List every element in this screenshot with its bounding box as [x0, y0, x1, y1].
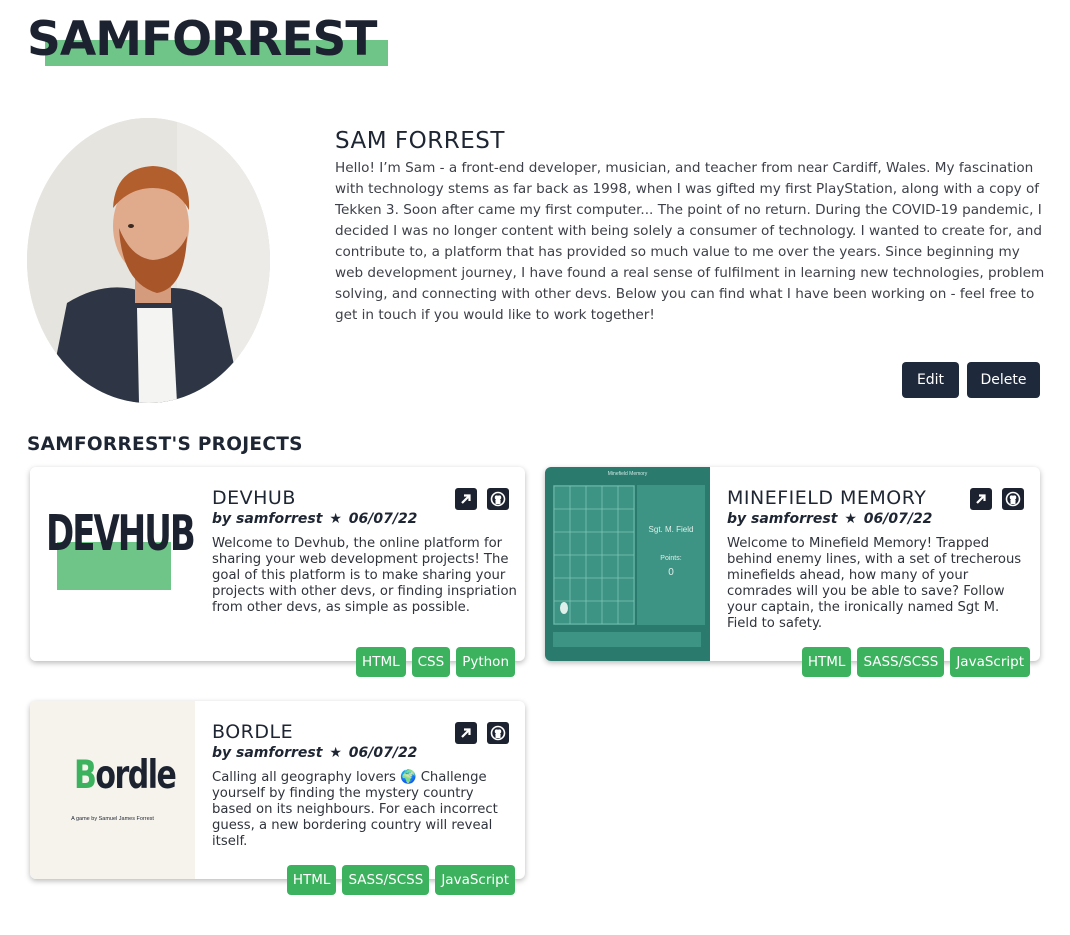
project-author: by samforrest: [727, 511, 838, 527]
delete-button[interactable]: Delete: [967, 362, 1040, 398]
thumb-footer-bar: [553, 632, 701, 647]
site-logo[interactable]: SAMFORREST: [27, 12, 388, 68]
thumb-points-label: Points:: [660, 555, 682, 562]
thumb-captain-name: Sgt. M. Field: [648, 525, 694, 534]
profile-name: SAM FORREST: [335, 128, 505, 154]
projects-heading: SAMFORREST'S PROJECTS: [27, 434, 303, 455]
github-icon[interactable]: [487, 488, 509, 510]
project-byline: by samforrest ★ 06/07/22: [212, 511, 417, 527]
tag-sass-scss[interactable]: SASS/SCSS: [342, 865, 430, 895]
thumb-points: 0: [668, 567, 674, 578]
project-thumbnail[interactable]: Minefield Memory Sgt. M. Field Points: 0: [545, 467, 710, 661]
tag-python[interactable]: Python: [456, 647, 515, 677]
project-date: 06/07/22: [863, 511, 933, 527]
star-icon: ★: [329, 745, 342, 761]
external-link-icon[interactable]: [455, 722, 477, 744]
edit-button[interactable]: Edit: [902, 362, 959, 398]
thumb-logo-first: B: [74, 753, 97, 799]
tag-javascript[interactable]: JavaScript: [435, 865, 515, 895]
tag-html[interactable]: HTML: [286, 865, 337, 895]
external-link-icon[interactable]: [970, 488, 992, 510]
project-title: DEVHUB: [212, 487, 296, 509]
star-icon: ★: [844, 511, 857, 527]
profile-bio: Hello! I’m Sam - a front-end developer, …: [335, 160, 1045, 323]
github-icon[interactable]: [1002, 488, 1024, 510]
thumb-logo: Bordle: [74, 753, 177, 799]
project-author: by samforrest: [212, 511, 323, 527]
tag-javascript[interactable]: JavaScript: [950, 647, 1030, 677]
external-link-icon[interactable]: [455, 488, 477, 510]
project-description: Calling all geography lovers 🌍 Challenge…: [212, 770, 498, 849]
project-card-bordle[interactable]: Bordle A game by Samuel James Forrest BO…: [30, 701, 525, 895]
project-byline: by samforrest ★ 06/07/22: [212, 745, 417, 761]
project-byline: by samforrest ★ 06/07/22: [727, 511, 932, 527]
thumb-caption: A game by Samuel James Forrest: [71, 816, 154, 822]
project-date: 06/07/22: [348, 745, 418, 761]
tag-sass-scss[interactable]: SASS/SCSS: [857, 647, 945, 677]
project-date: 06/07/22: [348, 511, 418, 527]
project-thumbnail[interactable]: DEVHUB: [30, 467, 195, 661]
project-title: BORDLE: [212, 721, 294, 743]
site-title: SAMFORREST: [27, 12, 377, 67]
tag-html[interactable]: HTML: [356, 647, 406, 677]
avatar: [27, 118, 270, 403]
thumb-grid: [553, 485, 635, 625]
star-icon: ★: [329, 511, 342, 527]
project-description: Welcome to Devhub, the online platform f…: [212, 536, 517, 615]
project-title: MINEFIELD MEMORY: [727, 487, 927, 509]
project-author: by samforrest: [212, 745, 323, 761]
project-card-devhub[interactable]: DEVHUB DEVHUB by samforrest ★ 06/07/22 W…: [30, 467, 525, 677]
tag-css[interactable]: CSS: [411, 647, 451, 677]
github-icon[interactable]: [487, 722, 509, 744]
project-card-minefield-memory[interactable]: Minefield Memory Sgt. M. Field Points: 0…: [545, 467, 1040, 677]
thumb-logo-rest: ordle: [95, 753, 177, 799]
project-thumbnail[interactable]: Bordle A game by Samuel James Forrest: [30, 701, 195, 879]
tag-html[interactable]: HTML: [801, 647, 852, 677]
project-description: Welcome to Minefield Memory! Trapped beh…: [727, 536, 1022, 631]
thumb-game-title: Minefield Memory: [607, 471, 648, 477]
thumb-info-panel: Sgt. M. Field Points: 0: [637, 485, 705, 625]
thumb-logo-text: DEVHUB: [46, 505, 195, 563]
